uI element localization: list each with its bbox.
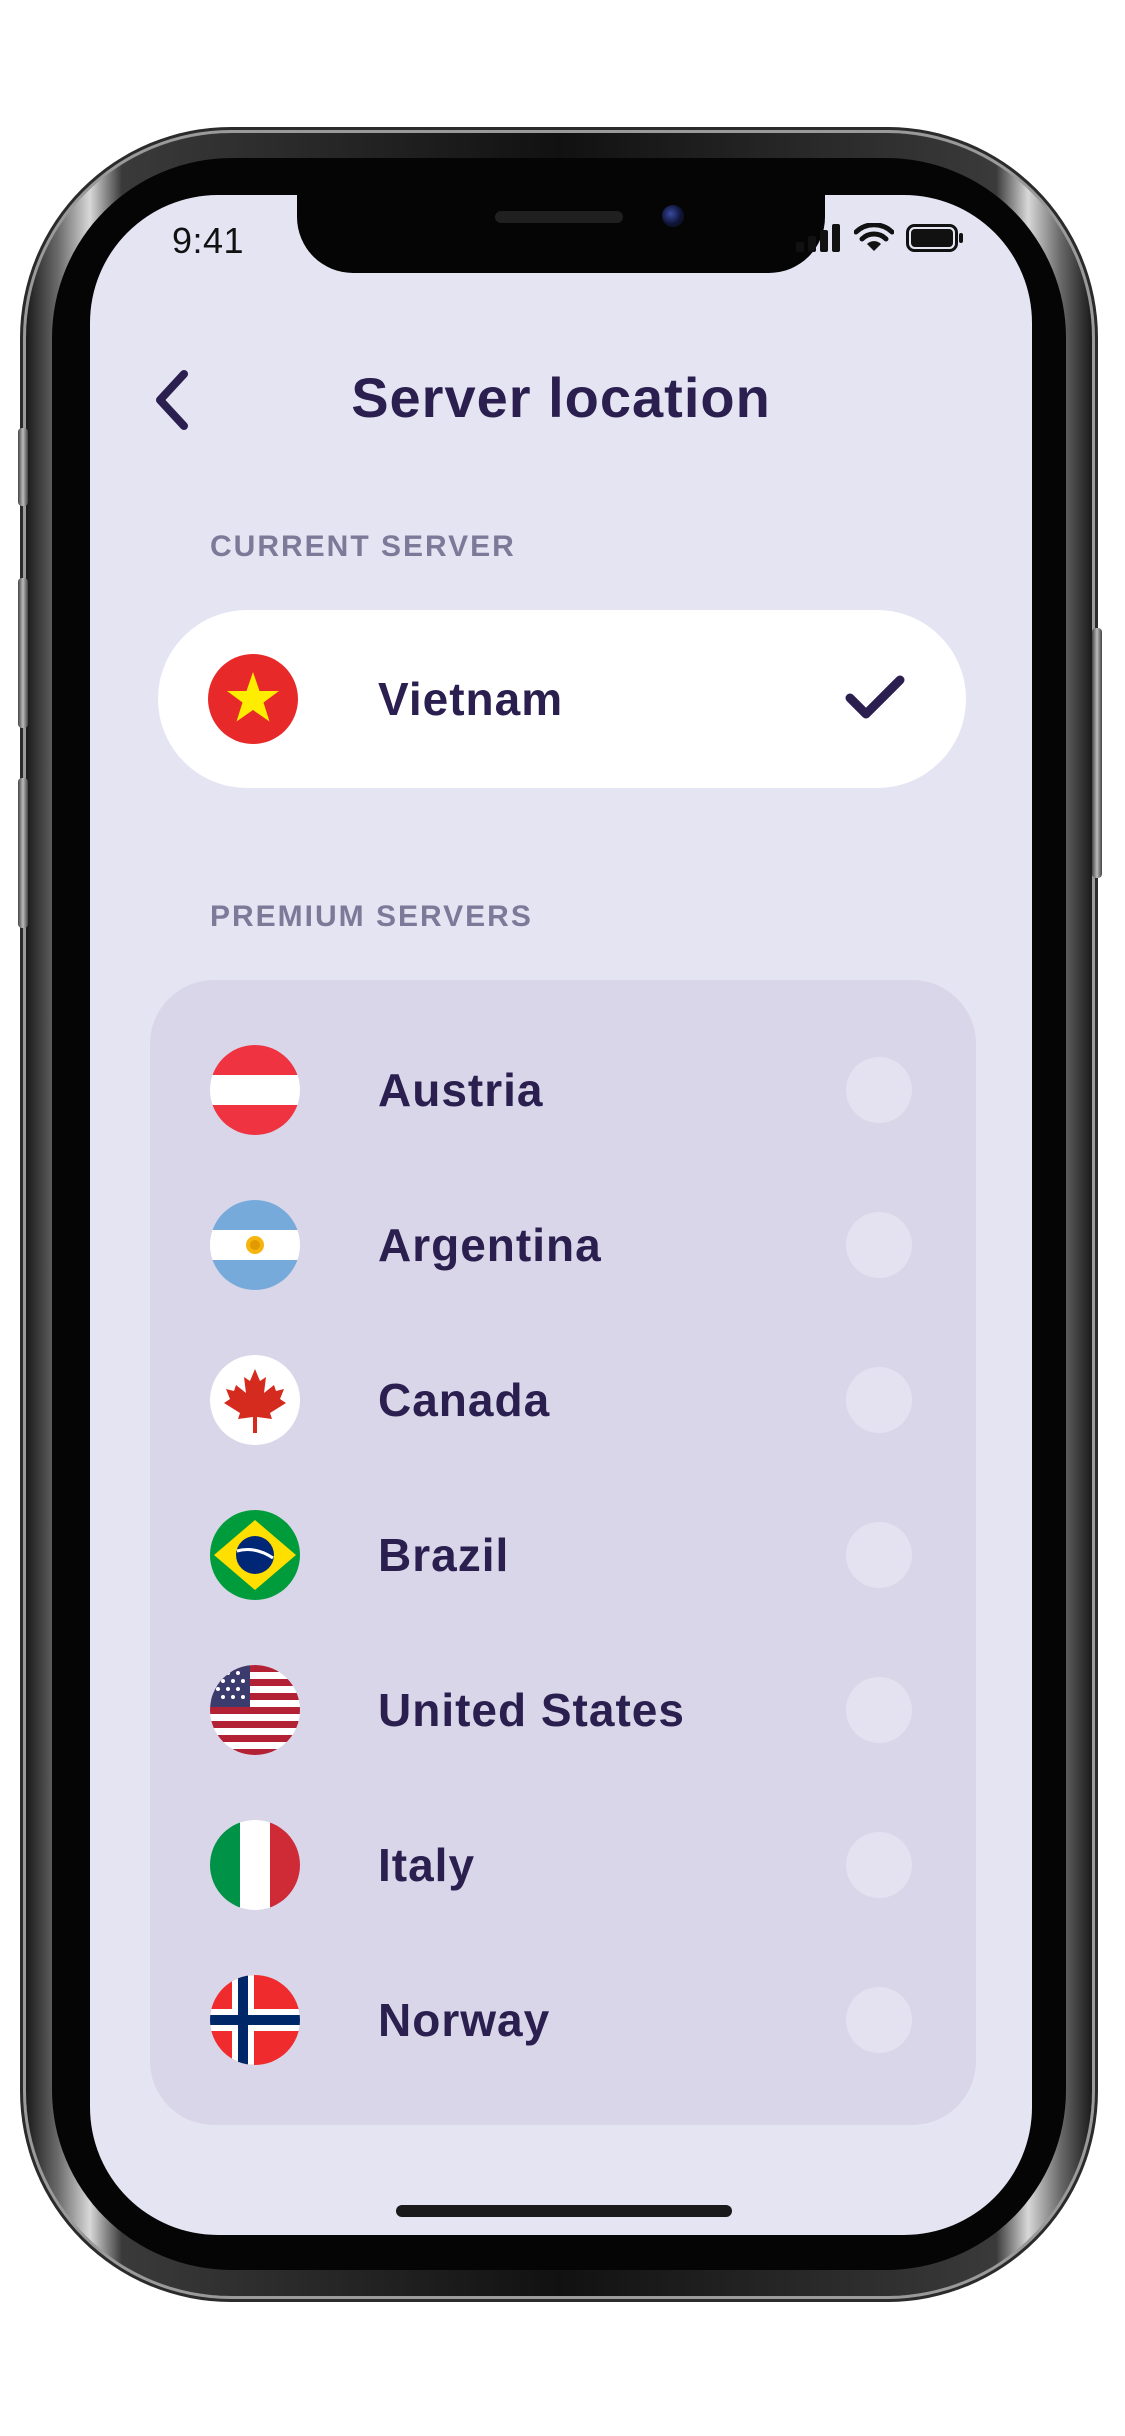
- united-states-flag-icon: [210, 1665, 300, 1755]
- server-row-united-states[interactable]: United States: [150, 1635, 976, 1785]
- server-name: Italy: [378, 1839, 476, 1891]
- austria-flag-icon: [210, 1045, 300, 1135]
- current-server-name: Vietnam: [378, 673, 564, 725]
- app-screen: 9:41 Server location CURRENT SERVER Viet…: [90, 195, 1032, 2235]
- brazil-flag-icon: [210, 1510, 300, 1600]
- wifi-icon: [854, 223, 894, 251]
- server-name: Brazil: [378, 1529, 510, 1581]
- status-icons: [796, 223, 964, 253]
- current-server-label: CURRENT SERVER: [210, 530, 516, 563]
- current-server-card[interactable]: Vietnam: [158, 610, 966, 788]
- page-title: Server location: [351, 366, 771, 429]
- speaker: [495, 211, 623, 223]
- server-row-brazil[interactable]: Brazil: [150, 1480, 976, 1630]
- radio-button[interactable]: [846, 1367, 912, 1433]
- server-name: Austria: [378, 1064, 544, 1116]
- norway-flag-icon: [210, 1975, 300, 2065]
- server-row-italy[interactable]: Italy: [150, 1790, 976, 1940]
- signal-icon: [796, 224, 840, 252]
- server-name: Norway: [378, 1994, 551, 2046]
- volume-down-button: [18, 778, 28, 928]
- canada-flag-icon: [210, 1355, 300, 1445]
- server-name: Canada: [378, 1374, 551, 1426]
- vietnam-flag-icon: [208, 654, 298, 744]
- server-row-canada[interactable]: Canada: [150, 1325, 976, 1475]
- premium-servers-label: PREMIUM SERVERS: [210, 900, 533, 933]
- silent-switch: [18, 428, 28, 506]
- server-row-argentina[interactable]: Argentina: [150, 1170, 976, 1320]
- server-name: Argentina: [378, 1219, 602, 1271]
- battery-icon: [906, 224, 963, 252]
- radio-button[interactable]: [846, 1987, 912, 2053]
- premium-servers-list: Austria Argentina Canada Brazil United S…: [150, 980, 976, 2125]
- volume-up-button: [18, 578, 28, 728]
- italy-flag-icon: [210, 1820, 300, 1910]
- server-row-austria[interactable]: Austria: [150, 1015, 976, 1165]
- radio-button[interactable]: [846, 1677, 912, 1743]
- home-indicator[interactable]: [396, 2205, 732, 2217]
- power-button: [1092, 628, 1102, 878]
- notch: [297, 195, 825, 273]
- server-row-norway[interactable]: Norway: [150, 1945, 976, 2095]
- front-camera: [662, 205, 684, 227]
- radio-button[interactable]: [846, 1832, 912, 1898]
- checkmark-icon: [845, 675, 905, 719]
- status-time: 9:41: [172, 220, 245, 261]
- radio-button[interactable]: [846, 1057, 912, 1123]
- argentina-flag-icon: [210, 1200, 300, 1290]
- radio-button[interactable]: [846, 1522, 912, 1588]
- radio-button[interactable]: [846, 1212, 912, 1278]
- server-name: United States: [378, 1684, 685, 1736]
